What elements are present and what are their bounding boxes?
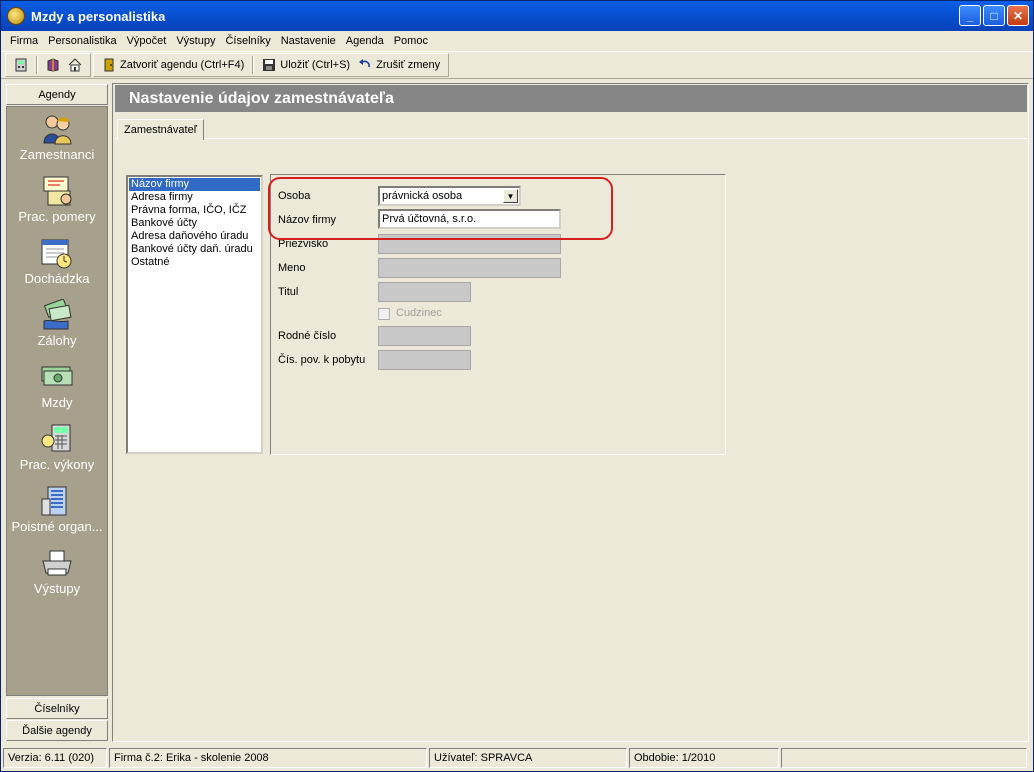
undo-icon [359,59,371,68]
sidebar-item-label: Prac. výkony [19,457,95,472]
cancel-changes-label: Zrušiť zmeny [376,59,441,71]
menu-nastavenie[interactable]: Nastavenie [276,35,341,47]
sidebar-item-vystupy[interactable]: Výstupy [7,541,107,603]
sidebar-ciselniky-button[interactable]: Číselníky [6,698,108,719]
printer-icon [42,550,72,576]
sidebar-item-label: Dochádzka [24,271,90,286]
money-hand-icon [43,299,72,330]
sidebar-item-dochadzka[interactable]: Dochádzka [7,231,107,293]
status-bar: Verzia: 6.11 (020) Firma č.2: Erika - sk… [1,746,1033,770]
section-listbox[interactable]: Názov firmy Adresa firmy Právna forma, I… [126,175,263,454]
status-empty [781,748,1027,768]
list-item[interactable]: Adresa firmy [129,191,260,204]
sidebar-item-mzdy[interactable]: Mzdy [7,355,107,417]
sidebar-item-zamestnanci[interactable]: Zamestnanci [7,107,107,169]
menu-agenda[interactable]: Agenda [341,35,389,47]
close-button[interactable]: ✕ [1007,5,1029,26]
toolbar-separator [36,56,38,74]
close-agenda-label: Zatvoriť agendu (Ctrl+F4) [120,59,245,71]
toolbar-group-actions: Zatvoriť agendu (Ctrl+F4) Uložiť (Ctrl+S… [93,53,450,77]
list-item[interactable]: Názov firmy [129,178,260,191]
sidebar-item-label: Zamestnanci [19,147,95,162]
status-version: Verzia: 6.11 (020) [3,748,107,768]
highlight-annotation [268,177,613,240]
page-title: Nastavenie údajov zamestnávateľa [115,85,1027,112]
menu-personalistika[interactable]: Personalistika [43,35,121,47]
sidebar-item-label: Mzdy [41,395,73,410]
cudzinec-label: Cudzinec [396,307,442,319]
calculator-button[interactable] [10,55,32,75]
list-item[interactable]: Ostatné [129,256,260,269]
book-icon [47,58,59,72]
window-title: Mzdy a personalistika [31,8,166,24]
list-item[interactable]: Bankové účty [129,217,260,230]
book-button[interactable] [42,55,64,75]
rodne-cislo-label: Rodné číslo [278,330,337,342]
title-bar: Mzdy a personalistika _ □ ✕ [1,1,1033,31]
cis-pov-label: Čís. pov. k pobytu [278,354,366,366]
save-button[interactable]: Uložiť (Ctrl+S) [258,55,354,75]
status-user: Užívateľ: SPRAVCA [429,748,627,768]
rodne-cislo-input [378,326,471,346]
save-label: Uložiť (Ctrl+S) [280,59,351,71]
sidebar-header[interactable]: Agendy [6,84,108,105]
app-window: Mzdy a personalistika _ □ ✕ Firma Person… [0,0,1034,772]
toolbar-separator [252,56,255,74]
home-button[interactable] [64,55,86,75]
close-agenda-button[interactable]: Zatvoriť agendu (Ctrl+F4) [98,55,248,75]
menu-vypocet[interactable]: Výpočet [122,35,172,47]
sidebar-dalsie-agendy-button[interactable]: Ďalšie agendy [6,720,108,741]
floppy-disk-icon [263,59,276,71]
menu-pomoc[interactable]: Pomoc [389,35,433,47]
window-controls: _ □ ✕ [959,5,1029,26]
cudzinec-checkbox [378,308,390,320]
list-item[interactable]: Bankové účty daň. úradu [129,243,260,256]
meno-input [378,258,561,278]
menu-bar: Firma Personalistika Výpočet Výstupy Čís… [1,31,1033,50]
menu-ciselniky[interactable]: Číselníky [220,35,275,47]
sidebar-item-poistne-organ[interactable]: Poistné organ... [7,479,107,541]
status-firma: Firma č.2: Erika - skolenie 2008 [109,748,427,768]
cancel-changes-button[interactable]: Zrušiť zmeny [354,55,444,75]
home-icon [68,58,82,72]
maximize-button[interactable]: □ [983,5,1005,26]
sidebar-body: Zamestnanci Prac. pomery Dochádzka Záloh… [6,106,108,696]
menu-firma[interactable]: Firma [5,35,43,47]
building-icon [41,486,67,516]
sidebar-item-label: Prac. pomery [18,209,96,224]
sidebar-item-label: Výstupy [33,581,81,596]
people-icon [43,115,72,145]
calculator-icon [15,58,27,72]
sidebar-item-prac-pomery[interactable]: Prac. pomery [7,169,107,231]
menu-vystupy[interactable]: Výstupy [171,35,220,47]
tab-strip: Zamestnávateľ [115,118,1027,140]
toolbar-group-tools [5,53,91,77]
sidebar-item-zalohy[interactable]: Zálohy [7,293,107,355]
agenda-sidebar: Agendy Zamestnanci Prac. pomery Dochádzk… [6,84,108,742]
list-item[interactable]: Právna forma, IČO, IČZ [129,204,260,217]
calculator-icon [41,424,71,452]
sidebar-item-label: Zálohy [37,333,77,348]
sidebar-item-prac-vykony[interactable]: Prac. výkony [7,417,107,479]
tab-zamestnavatel[interactable]: Zamestnávateľ [117,119,204,140]
banknotes-icon [41,366,73,386]
app-icon [7,7,25,25]
sidebar-item-label: Poistné organ... [11,519,103,534]
titul-label: Titul [278,286,299,298]
cis-pov-input [378,350,471,370]
toolbar: Zatvoriť agendu (Ctrl+F4) Uložiť (Ctrl+S… [1,51,1033,79]
meno-label: Meno [278,262,306,274]
minimize-button[interactable]: _ [959,5,981,26]
calendar-clock-icon [41,239,72,269]
door-exit-icon [104,58,114,72]
status-period: Obdobie: 1/2010 [629,748,779,768]
titul-input [378,282,471,302]
list-item[interactable]: Adresa daňového úradu [129,230,260,243]
org-chart-icon [43,176,72,206]
